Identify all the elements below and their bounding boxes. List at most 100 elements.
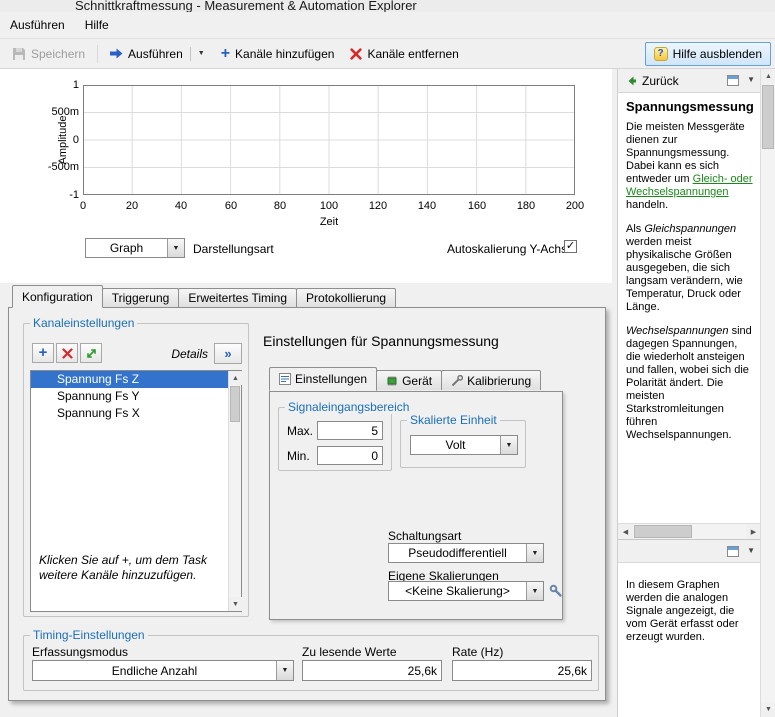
channel-list-item[interactable]: Spannung Fs Z xyxy=(31,371,228,388)
max-label: Max. xyxy=(287,424,314,438)
scroll-up-icon[interactable]: ▲ xyxy=(229,371,242,385)
help-horizontal-scrollbar[interactable]: ◀ ▶ xyxy=(618,523,761,539)
help-text-italic: Gleichspannungen xyxy=(644,223,737,235)
window-scrollbar[interactable]: ▲ ▼ xyxy=(760,69,775,717)
tab-erweitertes-timing[interactable]: Erweitertes Timing xyxy=(178,288,298,307)
x-axis-title: Zeit xyxy=(319,216,339,228)
save-icon xyxy=(13,47,25,60)
red-x-icon xyxy=(61,347,73,359)
run-arrow-icon xyxy=(110,48,123,59)
chevron-down-icon[interactable]: ▼ xyxy=(747,546,755,555)
swap-arrows-icon xyxy=(86,348,96,358)
scroll-down-icon[interactable]: ▼ xyxy=(229,597,242,611)
details-expand-button[interactable]: » xyxy=(214,343,242,364)
combo-dropdown-button[interactable]: ▼ xyxy=(276,661,293,680)
help-title: Spannungsmessung xyxy=(626,99,754,114)
acquisition-mode-combobox[interactable]: Endliche Anzahl ▼ xyxy=(32,660,294,681)
tab-label: Erweitertes Timing xyxy=(188,291,288,305)
scroll-up-icon[interactable]: ▲ xyxy=(761,69,775,84)
chevron-down-icon[interactable]: ▼ xyxy=(747,75,755,84)
back-arrow-icon xyxy=(628,76,636,86)
x-tick-label: 100 xyxy=(319,200,339,212)
back-label: Zurück xyxy=(642,74,679,88)
samples-to-read-field[interactable]: 25,6k xyxy=(302,660,442,681)
scrollbar-thumb[interactable] xyxy=(762,85,774,149)
tab-protokollierung[interactable]: Protokollierung xyxy=(296,288,397,307)
rate-field[interactable]: 25,6k xyxy=(452,660,592,681)
channel-list-item[interactable]: Spannung Fs X xyxy=(31,405,228,422)
channel-list-item[interactable]: Spannung Fs Y xyxy=(31,388,228,405)
calibration-tab-icon xyxy=(451,374,464,386)
tab-einstellungen[interactable]: Einstellungen xyxy=(269,367,378,391)
signal-range-group-label: Signaleingangsbereich xyxy=(285,400,413,414)
add-channels-button[interactable]: + Kanäle hinzufügen xyxy=(213,42,343,66)
max-field[interactable]: 5 xyxy=(317,421,383,440)
help-text: handeln. xyxy=(626,199,669,211)
float-panel-icon[interactable] xyxy=(727,75,739,86)
scrollbar-thumb[interactable] xyxy=(230,386,240,422)
unit-combobox[interactable]: Volt ▼ xyxy=(410,435,518,455)
menu-hilfe[interactable]: Hilfe xyxy=(75,14,119,36)
custom-scaling-combobox[interactable]: <Keine Skalierung> ▼ xyxy=(388,581,544,601)
add-channel-hint: Klicken Sie auf +, um dem Task weitere K… xyxy=(39,553,207,582)
y-tick-label: 500m xyxy=(51,106,79,118)
tab-label: Protokollierung xyxy=(306,291,387,305)
hide-help-button[interactable]: ? Hilfe ausblenden xyxy=(644,41,771,66)
timing-group-label: Timing-Einstellungen xyxy=(30,628,148,642)
tab-label: Triggerung xyxy=(111,291,170,305)
tab-geraet[interactable]: Gerät xyxy=(376,370,443,390)
delete-channel-button[interactable] xyxy=(56,343,78,363)
help-text: werden meist physikalische Größen ausgeg… xyxy=(626,236,743,313)
min-field[interactable]: 0 xyxy=(317,446,383,465)
change-physical-channel-button[interactable] xyxy=(80,343,102,363)
combo-dropdown-button[interactable]: ▼ xyxy=(167,239,184,257)
remove-channels-button[interactable]: Kanäle entfernen xyxy=(342,42,466,66)
combo-dropdown-button[interactable]: ▼ xyxy=(526,582,543,600)
autoscale-checkbox[interactable]: ✓ xyxy=(564,240,577,253)
question-glyph: ? xyxy=(657,48,664,59)
channel-listbox[interactable]: Spannung Fs Z Spannung Fs Y Spannung Fs … xyxy=(30,370,242,612)
add-channel-button[interactable]: + xyxy=(32,343,54,363)
hide-help-label: Hilfe ausblenden xyxy=(672,46,762,61)
combo-dropdown-button[interactable]: ▼ xyxy=(500,436,517,454)
scrollbar-thumb[interactable] xyxy=(634,525,692,538)
edit-scaling-button[interactable] xyxy=(547,581,564,601)
help-panel: Zurück ▼ Spannungsmessung Die meisten Me… xyxy=(617,69,761,717)
acquisition-mode-label: Erfassungsmodus xyxy=(32,645,129,659)
scroll-down-icon[interactable]: ▼ xyxy=(761,702,775,717)
help-text-italic: Wechselspannungen xyxy=(626,325,729,337)
menubar: Ausführen Hilfe xyxy=(0,12,775,39)
combo-dropdown-button[interactable]: ▼ xyxy=(526,544,543,562)
x-tick-label: 200 xyxy=(565,200,585,212)
custom-scaling-value: <Keine Skalierung> xyxy=(405,584,510,598)
tab-kalibrierung[interactable]: Kalibrierung xyxy=(441,370,542,390)
chevron-down-icon: ▼ xyxy=(172,244,180,252)
min-value: 0 xyxy=(371,448,378,463)
scroll-right-icon[interactable]: ▶ xyxy=(746,524,761,539)
terminal-config-combobox[interactable]: Pseudodifferentiell ▼ xyxy=(388,543,544,563)
save-button[interactable]: Speichern xyxy=(4,42,93,66)
float-panel-icon[interactable] xyxy=(727,546,739,557)
run-dropdown-icon[interactable]: ▼ xyxy=(198,50,205,57)
list-scrollbar[interactable]: ▲ ▼ xyxy=(228,371,242,611)
menu-ausfuehren[interactable]: Ausführen xyxy=(0,14,75,36)
double-chevron-right-icon: » xyxy=(224,346,232,361)
run-button[interactable]: Ausführen ▼ xyxy=(102,42,213,66)
help-back-button[interactable]: Zurück xyxy=(621,72,684,90)
display-type-combobox[interactable]: Graph ▼ xyxy=(85,238,185,258)
help-paragraph: Als Gleichspannungen werden meist physik… xyxy=(626,223,753,314)
graph-plot[interactable] xyxy=(83,85,575,195)
tab-label: Gerät xyxy=(402,373,433,388)
chevron-down-icon: ▼ xyxy=(531,587,539,595)
tab-konfiguration[interactable]: Konfiguration xyxy=(12,285,103,308)
scroll-left-icon[interactable]: ◀ xyxy=(618,524,633,539)
x-tick-label: 80 xyxy=(273,200,287,212)
terminal-config-value: Pseudodifferentiell xyxy=(408,546,507,560)
plus-icon: + xyxy=(220,44,231,62)
device-tab-icon xyxy=(387,376,397,385)
window-title: Schnittkraftmessung - Measurement & Auto… xyxy=(75,0,417,12)
tab-triggerung[interactable]: Triggerung xyxy=(101,288,180,307)
graph-section: Amplitude 1 500m 0 -500m -1 0 20 40 60 8… xyxy=(0,69,612,283)
help-icon: ? xyxy=(653,46,668,61)
x-tick-label: 160 xyxy=(467,200,487,212)
